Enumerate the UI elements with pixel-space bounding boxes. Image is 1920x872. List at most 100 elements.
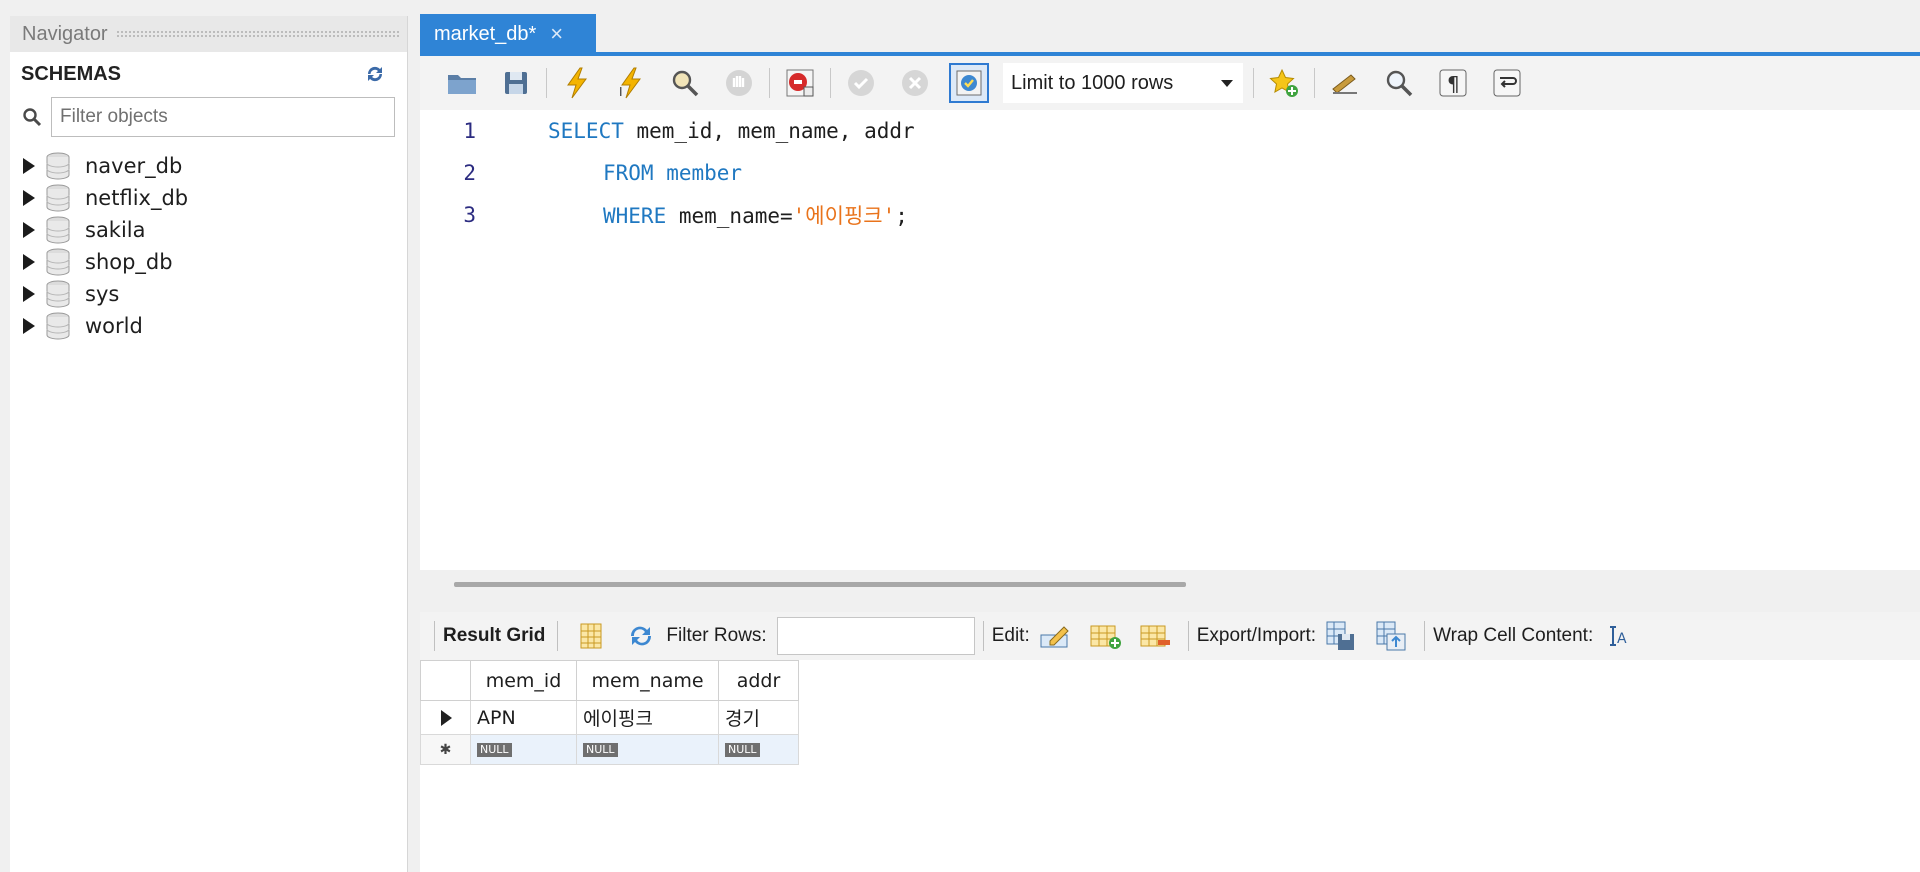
- schema-item[interactable]: shop_db: [10, 246, 407, 278]
- code-line: 1 SELECT mem_id, mem_name, addr: [420, 114, 915, 148]
- open-folder-icon[interactable]: [442, 63, 482, 103]
- row-selector[interactable]: [420, 700, 471, 735]
- table-cell[interactable]: NULL: [470, 734, 577, 765]
- toggle-error-icon[interactable]: [780, 63, 820, 103]
- schema-item[interactable]: sakila: [10, 214, 407, 246]
- tab-label: market_db*: [434, 22, 537, 45]
- sql-terminator: ;: [895, 204, 908, 228]
- table-cell[interactable]: 에이핑크: [576, 700, 719, 735]
- result-toolbar: Result Grid Filter Rows: Edit: Export/Im…: [420, 612, 1920, 660]
- sql-text: mem_id, mem_name, addr: [623, 119, 915, 143]
- code-line: 2 FROM member: [420, 156, 742, 190]
- navigator-header: Navigator: [10, 16, 407, 52]
- schema-name: naver_db: [85, 154, 183, 178]
- database-icon: [46, 280, 70, 308]
- export-icon[interactable]: [1322, 617, 1360, 655]
- expand-arrow-icon[interactable]: [23, 286, 35, 302]
- toolbar-separator: [982, 621, 984, 651]
- sql-editor[interactable]: 1 SELECT mem_id, mem_name, addr 2 FROM m…: [420, 110, 1920, 570]
- header-row: mem_id mem_name addr: [420, 660, 799, 701]
- result-grid: mem_id mem_name addr APN 에이핑크 경기 ✱ NULL …: [420, 660, 1920, 872]
- explain-icon[interactable]: [665, 63, 705, 103]
- find-icon[interactable]: [1379, 63, 1419, 103]
- save-icon[interactable]: [496, 63, 536, 103]
- limit-rows-select[interactable]: Limit to 1000 rows: [1003, 63, 1243, 103]
- table-row[interactable]: APN 에이핑크 경기: [420, 700, 799, 735]
- expand-arrow-icon[interactable]: [23, 222, 35, 238]
- null-badge: NULL: [725, 743, 760, 758]
- word-wrap-icon[interactable]: [1487, 63, 1527, 103]
- close-icon[interactable]: ×: [550, 23, 563, 45]
- wrap-cell-label: Wrap Cell Content:: [1433, 625, 1594, 646]
- edit-row-icon[interactable]: [1036, 617, 1074, 655]
- add-snippet-icon[interactable]: [1264, 63, 1304, 103]
- table-cell[interactable]: APN: [470, 700, 577, 735]
- null-badge: NULL: [583, 743, 618, 758]
- svg-text:I: I: [619, 85, 623, 99]
- refresh-results-icon[interactable]: [622, 617, 660, 655]
- table-cell[interactable]: NULL: [576, 734, 719, 765]
- column-header[interactable]: addr: [718, 660, 799, 701]
- panel-grip[interactable]: [115, 30, 399, 38]
- tab-market-db[interactable]: market_db* ×: [420, 14, 596, 54]
- schema-name: world: [85, 314, 143, 338]
- line-number: 3: [463, 203, 476, 227]
- schema-item[interactable]: netflix_db: [10, 182, 407, 214]
- toolbar-separator: [557, 621, 559, 651]
- expand-arrow-icon[interactable]: [23, 190, 35, 206]
- sql-editor-toolbar: I Limit to 1000 rows ¶: [420, 56, 1920, 110]
- execute-icon[interactable]: [557, 63, 597, 103]
- sql-keyword: FROM: [603, 161, 654, 185]
- wrap-cell-icon[interactable]: A: [1599, 617, 1637, 655]
- new-row[interactable]: ✱ NULL NULL NULL: [420, 734, 799, 765]
- column-header[interactable]: mem_name: [576, 660, 719, 701]
- sql-keyword: WHERE: [603, 204, 667, 228]
- expand-arrow-icon[interactable]: [23, 254, 35, 270]
- filter-objects-input[interactable]: [51, 97, 395, 137]
- rollback-icon[interactable]: [895, 63, 935, 103]
- table-cell[interactable]: 경기: [718, 700, 799, 735]
- commit-icon[interactable]: [841, 63, 881, 103]
- export-import-label: Export/Import:: [1196, 625, 1317, 646]
- schema-item[interactable]: naver_db: [10, 150, 407, 182]
- refresh-icon[interactable]: [363, 62, 387, 86]
- invisible-chars-icon[interactable]: ¶: [1433, 63, 1473, 103]
- edit-label: Edit:: [991, 625, 1030, 646]
- filter-rows-label: Filter Rows:: [666, 625, 767, 646]
- import-icon[interactable]: [1372, 617, 1410, 655]
- database-icon: [46, 184, 70, 212]
- column-header[interactable]: mem_id: [470, 660, 577, 701]
- schema-name: sakila: [85, 218, 146, 242]
- filter-rows-input[interactable]: [776, 617, 975, 655]
- schema-item[interactable]: world: [10, 310, 407, 342]
- expand-arrow-icon[interactable]: [23, 318, 35, 334]
- execute-statement-icon[interactable]: I: [611, 63, 651, 103]
- database-icon: [46, 248, 70, 276]
- schema-item[interactable]: sys: [10, 278, 407, 310]
- table-cell[interactable]: NULL: [718, 734, 799, 765]
- sql-table: member: [653, 161, 743, 185]
- delete-row-icon[interactable]: [1136, 617, 1174, 655]
- stop-icon[interactable]: [719, 63, 759, 103]
- svg-text:¶: ¶: [1447, 72, 1460, 96]
- schema-name: shop_db: [85, 250, 173, 274]
- result-table: mem_id mem_name addr APN 에이핑크 경기 ✱ NULL …: [420, 660, 799, 765]
- expand-arrow-icon[interactable]: [23, 158, 35, 174]
- autocommit-icon[interactable]: [949, 63, 989, 103]
- code-line: 3 WHERE mem_name='에이핑크';: [420, 198, 908, 232]
- workbench-window: Navigator SCHEMAS naver_db netf: [0, 0, 1920, 872]
- grid-view-icon[interactable]: [572, 617, 610, 655]
- navigator-panel: Navigator SCHEMAS naver_db netf: [10, 16, 408, 872]
- toolbar-separator: [546, 68, 547, 98]
- insert-row-icon[interactable]: [1086, 617, 1124, 655]
- result-grid-tab[interactable]: Result Grid: [443, 625, 545, 647]
- horizontal-scrollbar[interactable]: [454, 582, 1186, 587]
- toolbar-separator: [1253, 68, 1254, 98]
- search-icon: [21, 106, 43, 128]
- new-row-marker: ✱: [420, 734, 471, 765]
- editor-tab-strip: market_db* ×: [420, 14, 1920, 56]
- schema-name: netflix_db: [85, 186, 189, 210]
- line-number: 1: [463, 119, 476, 143]
- beautify-icon[interactable]: [1325, 63, 1365, 103]
- current-row-icon: [441, 709, 452, 726]
